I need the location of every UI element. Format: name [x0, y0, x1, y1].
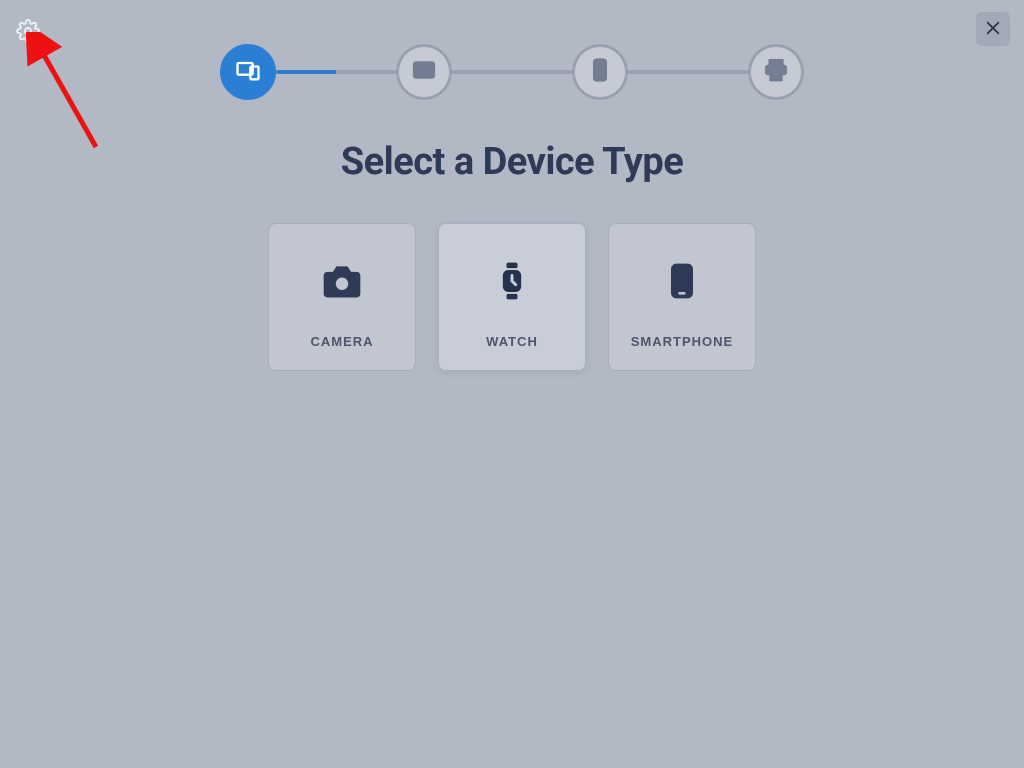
- close-button[interactable]: [976, 12, 1010, 46]
- person-card-icon: [410, 56, 438, 88]
- step-connector-1: [276, 70, 396, 74]
- smartphone-icon: [660, 259, 704, 306]
- device-option-camera[interactable]: CAMERA: [268, 223, 416, 371]
- watch-icon: [490, 259, 534, 306]
- device-option-label: CAMERA: [310, 334, 373, 349]
- phone-alert-icon: [586, 56, 614, 88]
- device-option-label: SMARTPHONE: [631, 334, 733, 349]
- step-device-type[interactable]: [220, 44, 276, 100]
- step-connector-3: [628, 70, 748, 74]
- step-device-data[interactable]: [572, 44, 628, 100]
- device-option-watch[interactable]: WATCH: [438, 223, 586, 371]
- wizard-stepper: [0, 44, 1024, 100]
- close-icon: [984, 19, 1002, 40]
- step-connector-2: [452, 70, 572, 74]
- step-label[interactable]: [748, 44, 804, 100]
- devices-icon: [234, 56, 262, 88]
- printer-icon: [762, 56, 790, 88]
- device-type-grid: CAMERA WATCH SMARTPHONE: [0, 223, 1024, 371]
- device-option-smartphone[interactable]: SMARTPHONE: [608, 223, 756, 371]
- gear-icon: [16, 19, 40, 46]
- step-basic-info[interactable]: [396, 44, 452, 100]
- device-option-label: WATCH: [486, 334, 538, 349]
- camera-icon: [320, 259, 364, 306]
- page-title: Select a Device Type: [0, 140, 1024, 184]
- settings-button[interactable]: [14, 18, 42, 46]
